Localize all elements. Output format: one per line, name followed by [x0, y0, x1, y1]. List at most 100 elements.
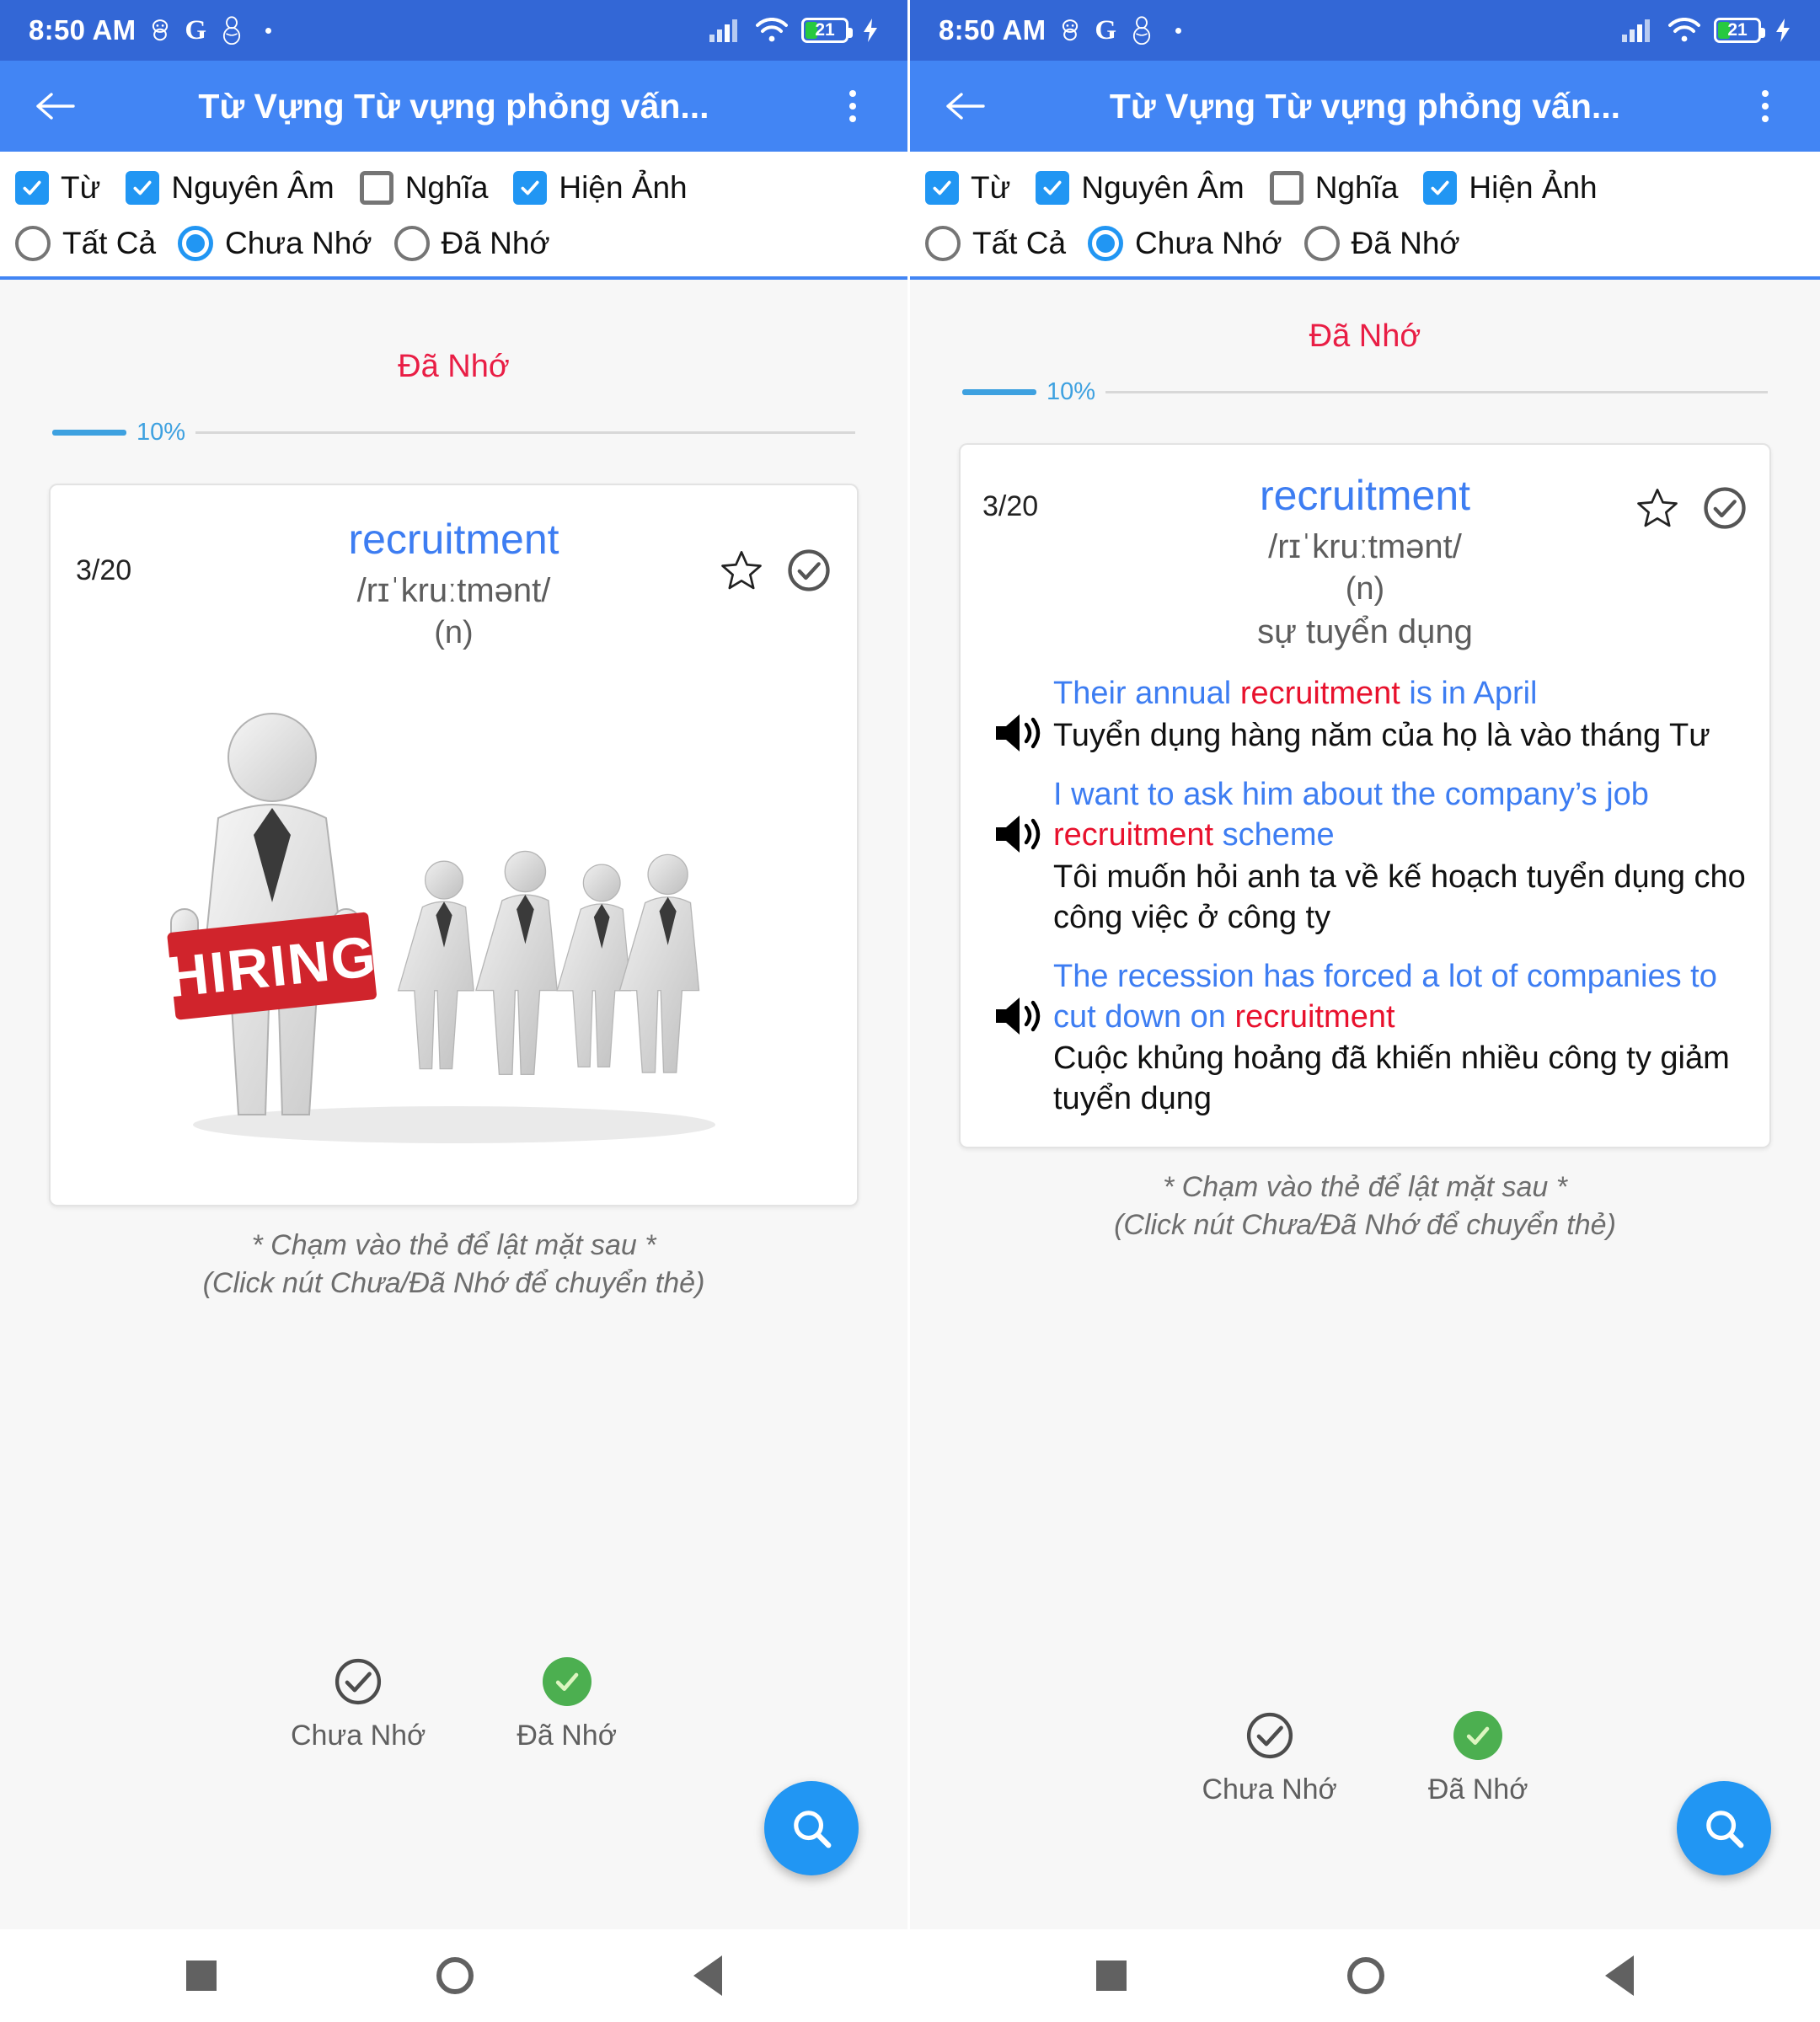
- card-actions: [705, 514, 832, 593]
- system-nav-bar: [910, 1929, 1820, 2022]
- radio-chua-nho[interactable]: Chưa Nhớ: [1088, 226, 1282, 261]
- mark-memorized-button[interactable]: Đã Nhớ: [1428, 1711, 1528, 1806]
- mark-memorized-button[interactable]: Đã Nhớ: [517, 1657, 617, 1752]
- radio-icon-selected[interactable]: [1088, 226, 1124, 261]
- radio-icon-unselected[interactable]: [393, 226, 430, 261]
- circle-home-icon[interactable]: [436, 1957, 474, 1994]
- radio-tat-ca[interactable]: Tất Cả: [925, 226, 1066, 261]
- android-robot-icon: [147, 18, 173, 43]
- flashcard-header: 3/20 recruitment /rɪˈkruːtmənt/ (n): [76, 514, 832, 654]
- checkbox-hien-anh[interactable]: Hiện Ảnh: [513, 170, 688, 206]
- mark-not-memorized-button[interactable]: Chưa Nhớ: [1202, 1711, 1337, 1806]
- square-recents-icon[interactable]: [185, 1960, 217, 1991]
- word-block: recruitment /rɪˈkruːtmənt/ (n): [202, 514, 705, 654]
- example-item[interactable]: Their annual recruitment is in April Tuy…: [982, 674, 1748, 757]
- checkbox-label: Nguyên Âm: [171, 170, 335, 205]
- radio-da-nho[interactable]: Đã Nhớ: [393, 226, 550, 261]
- progress-filled: [962, 389, 1036, 395]
- example-en-before: Their annual: [1053, 676, 1240, 712]
- check-circle-outline-icon[interactable]: [1245, 1711, 1294, 1760]
- check-circle-filled-icon[interactable]: [1453, 1711, 1503, 1760]
- card-index-label: 3/20: [982, 490, 1039, 522]
- flashcard-back[interactable]: 3/20 recruitment /rɪˈkruːtmənt/ (n) sự t…: [959, 443, 1771, 1149]
- dot-icon: [1175, 27, 1182, 34]
- triangle-back-icon[interactable]: [693, 1955, 722, 1996]
- checkbox-icon-checked[interactable]: [1423, 171, 1458, 205]
- battery-percent-label: 21: [815, 20, 835, 40]
- wifi-icon: [1668, 18, 1700, 43]
- flashcard-front[interactable]: 3/20 recruitment /rɪˈkruːtmənt/ (n) HIRI…: [49, 484, 859, 1207]
- search-fab[interactable]: [1677, 1781, 1771, 1875]
- triangle-back-icon[interactable]: [1605, 1955, 1634, 1996]
- checkbox-row: Từ Nguyên Âm Nghĩa Hiện Ảnh: [15, 170, 892, 206]
- phonetic-text: /rɪˈkruːtmənt/: [356, 572, 551, 609]
- back-button[interactable]: [25, 77, 84, 136]
- checkbox-tu[interactable]: Từ: [15, 170, 100, 206]
- example-vietnamese: Tôi muốn hỏi anh ta về kế hoạch tuyển dụ…: [1053, 859, 1746, 935]
- status-bar-clock: 8:50 AM: [29, 14, 136, 45]
- bottom-action-label: Đã Nhớ: [517, 1720, 617, 1752]
- bottom-action-row: Chưa Nhớ Đã Nhớ: [0, 1657, 907, 1752]
- example-en-after: is in April: [1400, 676, 1538, 712]
- radio-icon-unselected[interactable]: [15, 226, 51, 261]
- example-en-highlight: recruitment: [1053, 817, 1214, 853]
- checkbox-label: Nguyên Âm: [1081, 170, 1245, 205]
- volume-up-icon[interactable]: [982, 957, 1053, 1038]
- checkbox-hien-anh[interactable]: Hiện Ảnh: [1423, 170, 1598, 206]
- checkbox-icon-checked[interactable]: [925, 171, 959, 205]
- status-bar: 8:50 AM G 21: [910, 0, 1820, 61]
- charging-bolt-icon: [862, 18, 879, 43]
- volume-up-icon[interactable]: [982, 775, 1053, 856]
- back-button[interactable]: [935, 77, 994, 136]
- square-recents-icon[interactable]: [1096, 1960, 1127, 1991]
- checkbox-icon-unchecked[interactable]: [359, 171, 393, 205]
- check-circle-outline-icon[interactable]: [334, 1657, 383, 1706]
- word-text: recruitment: [1259, 472, 1471, 519]
- example-en-highlight: recruitment: [1239, 676, 1400, 712]
- check-circle-outline-icon[interactable]: [1702, 485, 1748, 531]
- volume-up-icon[interactable]: [982, 674, 1053, 755]
- radio-label: Đã Nhớ: [441, 226, 550, 260]
- checkbox-label: Nghĩa: [1314, 170, 1399, 205]
- checkbox-nguyen-am[interactable]: Nguyên Âm: [126, 170, 335, 206]
- example-english: I want to ask him about the company’s jo…: [1053, 775, 1748, 856]
- radio-icon-selected[interactable]: [178, 226, 214, 261]
- star-outline-icon[interactable]: [1635, 485, 1680, 531]
- overflow-menu-button[interactable]: [823, 77, 882, 136]
- google-g-icon: G: [185, 14, 207, 45]
- radio-da-nho[interactable]: Đã Nhớ: [1303, 226, 1460, 261]
- checkbox-nguyen-am[interactable]: Nguyên Âm: [1036, 170, 1245, 206]
- checkbox-nghia[interactable]: Nghĩa: [1269, 170, 1399, 206]
- search-icon: [1701, 1805, 1747, 1851]
- person-icon: [218, 16, 245, 45]
- example-item[interactable]: I want to ask him about the company’s jo…: [982, 775, 1748, 939]
- radio-icon-unselected[interactable]: [1303, 226, 1340, 261]
- mark-not-memorized-button[interactable]: Chưa Nhớ: [291, 1657, 426, 1752]
- app-bar: Từ Vựng Từ vựng phỏng vấn...: [910, 61, 1820, 152]
- radio-icon-unselected[interactable]: [925, 226, 961, 261]
- google-g-icon: G: [1095, 14, 1117, 45]
- example-en-highlight: recruitment: [1234, 998, 1395, 1035]
- radio-row: Tất Cả Chưa Nhớ Đã Nhớ: [925, 226, 1805, 261]
- circle-home-icon[interactable]: [1347, 1957, 1384, 1994]
- search-fab[interactable]: [764, 1781, 859, 1875]
- checkbox-icon-checked[interactable]: [513, 171, 548, 205]
- check-circle-filled-icon[interactable]: [542, 1657, 592, 1706]
- checkbox-icon-checked[interactable]: [15, 171, 49, 205]
- memorized-label: Đã Nhớ: [1309, 318, 1421, 354]
- star-outline-icon[interactable]: [719, 548, 764, 593]
- checkbox-tu[interactable]: Từ: [925, 170, 1010, 206]
- checkbox-label: Nghĩa: [404, 170, 489, 205]
- radio-tat-ca[interactable]: Tất Cả: [15, 226, 156, 261]
- radio-chua-nho[interactable]: Chưa Nhớ: [178, 226, 372, 261]
- checkbox-nghia[interactable]: Nghĩa: [359, 170, 489, 206]
- example-item[interactable]: The recession has forced a lot of compan…: [982, 957, 1748, 1121]
- overflow-menu-button[interactable]: [1736, 77, 1795, 136]
- checkbox-icon-unchecked[interactable]: [1269, 171, 1303, 205]
- example-en-after: scheme: [1213, 817, 1335, 853]
- signal-icon: [1621, 18, 1655, 43]
- check-circle-outline-icon[interactable]: [786, 548, 832, 593]
- checkbox-icon-checked[interactable]: [126, 171, 160, 205]
- filter-panel: Từ Nguyên Âm Nghĩa Hiện Ảnh Tất Cả Chưa …: [0, 152, 907, 280]
- checkbox-icon-checked[interactable]: [1036, 171, 1070, 205]
